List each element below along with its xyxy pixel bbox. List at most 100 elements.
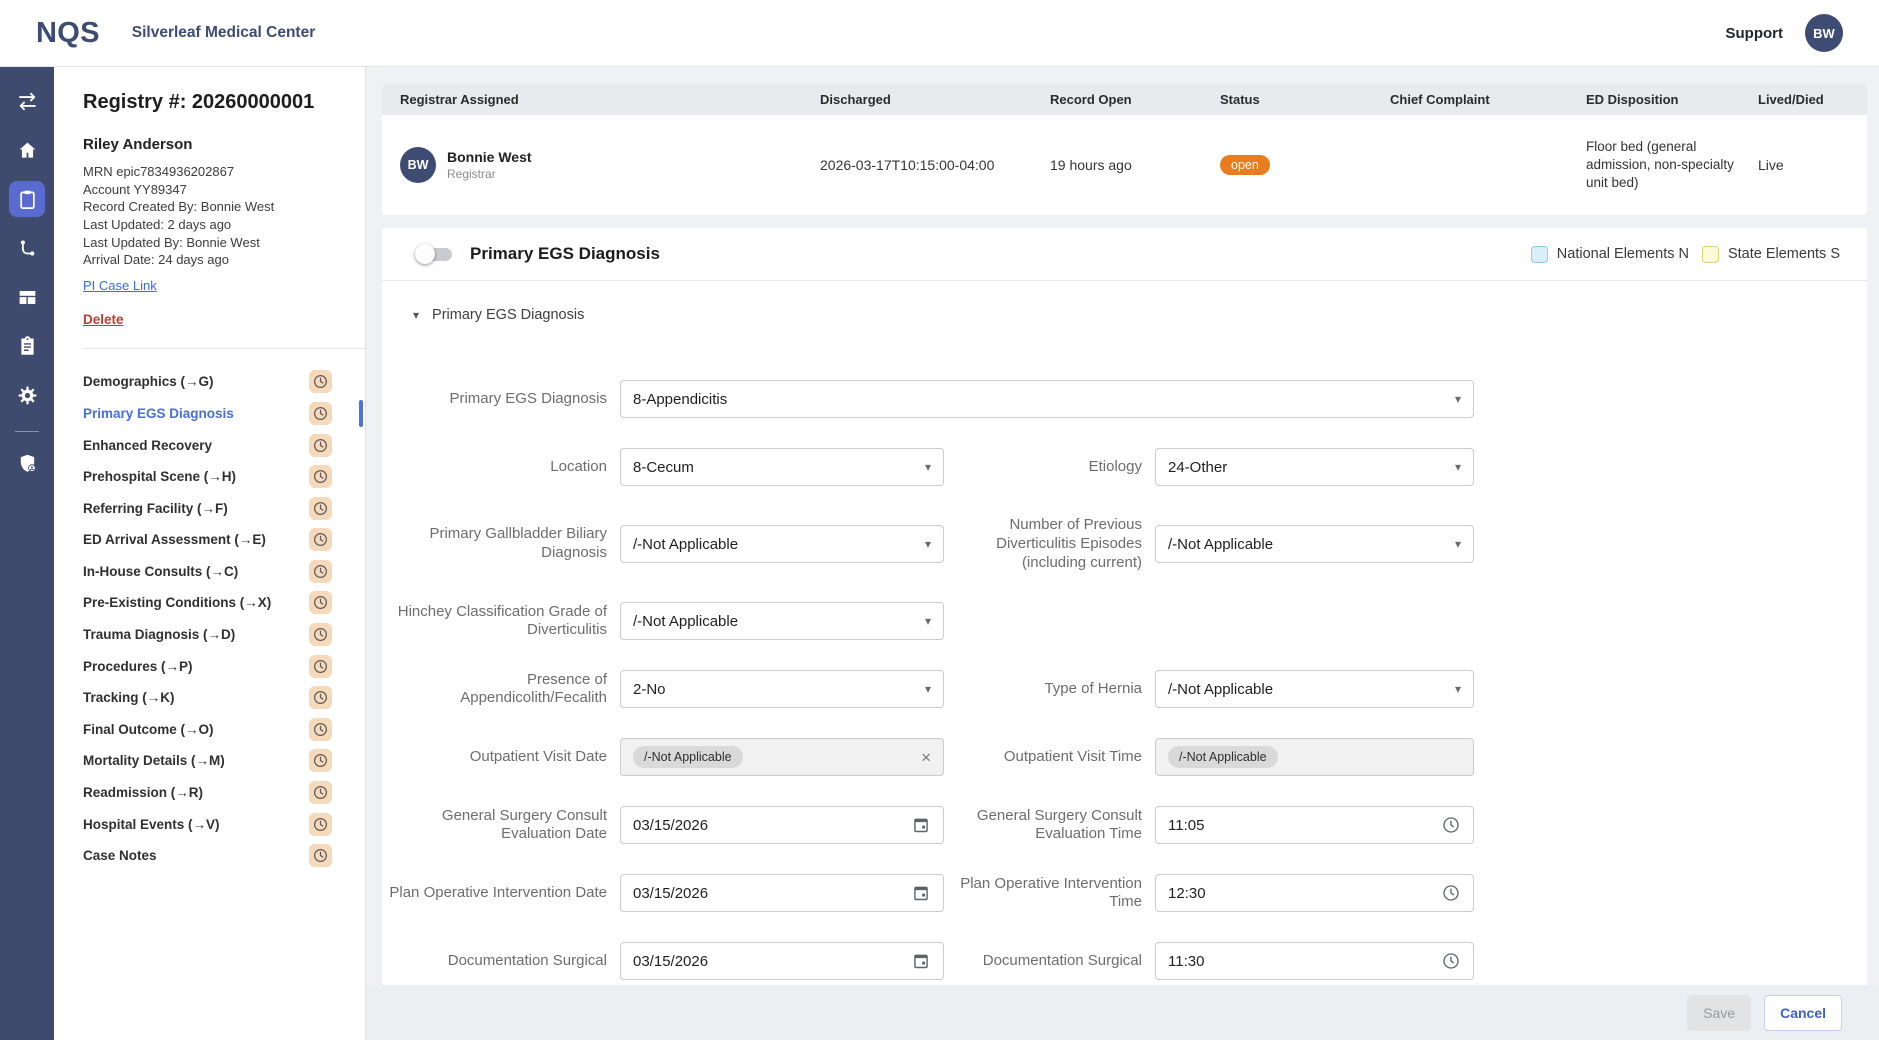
pending-clock-icon[interactable] <box>309 813 332 836</box>
documentation-surgical-field[interactable]: 11:30 <box>1155 942 1474 980</box>
pending-clock-icon[interactable] <box>309 370 332 393</box>
legend-national: National Elements N <box>1531 246 1689 263</box>
pending-clock-icon[interactable] <box>309 591 332 614</box>
field-label: Documentation Surgical <box>382 952 607 971</box>
section-nav-item-pre-existing-conditions-x[interactable]: Pre-Existing Conditions (→X) <box>83 587 332 619</box>
app-body: Registry #: 20260000001 Riley Anderson M… <box>0 67 1879 1040</box>
section-nav-item-primary-egs-diagnosis[interactable]: Primary EGS Diagnosis <box>83 398 332 430</box>
save-button[interactable]: Save <box>1687 995 1751 1031</box>
subsection-header[interactable]: ▾ Primary EGS Diagnosis <box>382 281 1867 323</box>
section-toggle[interactable] <box>415 244 453 264</box>
form-row: Presence of Appendicolith/Fecalith2-No▾T… <box>382 670 1867 708</box>
route-icon[interactable] <box>9 230 45 266</box>
app-logo: NQS <box>36 17 100 50</box>
user-avatar[interactable]: BW <box>1805 14 1843 52</box>
type-of-hernia-select[interactable]: /-Not Applicable▾ <box>1155 670 1474 708</box>
registrar-name: Bonnie West <box>447 149 532 165</box>
pending-clock-icon[interactable] <box>309 434 332 457</box>
hinchey-classification-grade-of-diverticulitis-select[interactable]: /-Not Applicable▾ <box>620 602 944 640</box>
pending-clock-icon[interactable] <box>309 718 332 741</box>
transfer-icon[interactable] <box>9 83 45 119</box>
cancel-button[interactable]: Cancel <box>1764 995 1842 1031</box>
form-row: Outpatient Visit Date/-Not Applicable×Ou… <box>382 738 1867 776</box>
pending-clock-icon[interactable] <box>309 844 332 867</box>
pending-clock-icon[interactable] <box>309 497 332 520</box>
pending-clock-icon[interactable] <box>309 402 332 425</box>
delete-link[interactable]: Delete <box>83 312 124 327</box>
encounter-table: Registrar AssignedDischargedRecord OpenS… <box>382 84 1867 215</box>
documentation-surgical-field[interactable]: 03/15/2026 <box>620 942 944 980</box>
dropdown-caret-icon: ▾ <box>1455 682 1461 696</box>
section-nav-item-procedures-p[interactable]: Procedures (→P) <box>83 650 332 682</box>
clock-icon[interactable] <box>1441 815 1461 835</box>
section-nav-item-ed-arrival-assessment-e[interactable]: ED Arrival Assessment (→E) <box>83 524 332 556</box>
section-nav-item-demographics-g[interactable]: Demographics (→G) <box>83 366 332 398</box>
settings-icon[interactable] <box>9 377 45 413</box>
section-nav-item-tracking-k[interactable]: Tracking (→K) <box>83 682 332 714</box>
column-header-registrar-assigned: Registrar Assigned <box>382 92 820 107</box>
tasks-icon[interactable] <box>9 328 45 364</box>
section-nav-item-case-notes[interactable]: Case Notes <box>83 840 332 872</box>
dropdown-caret-icon: ▾ <box>925 682 931 696</box>
pending-clock-icon[interactable] <box>309 623 332 646</box>
pending-clock-icon[interactable] <box>309 749 332 772</box>
presence-of-appendicolith-fecalith-select[interactable]: 2-No▾ <box>620 670 944 708</box>
section-nav-item-mortality-details-m[interactable]: Mortality Details (→M) <box>83 745 332 777</box>
form-row: General Surgery Consult Evaluation Date0… <box>382 806 1867 844</box>
pending-clock-icon[interactable] <box>309 686 332 709</box>
section-nav-item-final-outcome-o[interactable]: Final Outcome (→O) <box>83 714 332 746</box>
section-nav-item-trauma-diagnosis-d[interactable]: Trauma Diagnosis (→D) <box>83 619 332 651</box>
pending-clock-icon[interactable] <box>309 560 332 583</box>
column-header-status: Status <box>1220 92 1390 107</box>
field-label: Number of Previous Diverticulitis Episod… <box>957 516 1142 572</box>
section-nav-item-in-house-consults-c[interactable]: In-House Consults (→C) <box>83 556 332 588</box>
plan-operative-intervention-date-field[interactable]: 03/15/2026 <box>620 874 944 912</box>
field-label: Etiology <box>957 458 1142 477</box>
section-nav-label: Readmission (→R) <box>83 785 203 800</box>
field-label: Location <box>382 458 607 477</box>
general-surgery-consult-evaluation-time-field[interactable]: 11:05 <box>1155 806 1474 844</box>
outpatient-visit-time-field[interactable]: /-Not Applicable <box>1155 738 1474 776</box>
number-of-previous-diverticulitis-episodes-including-current-select[interactable]: /-Not Applicable▾ <box>1155 525 1474 563</box>
pending-clock-icon[interactable] <box>309 465 332 488</box>
encounter-row[interactable]: BW Bonnie West Registrar 2026-03-17T10:1… <box>382 115 1867 215</box>
dropdown-caret-icon: ▾ <box>925 537 931 551</box>
general-surgery-consult-evaluation-date-field[interactable]: 03/15/2026 <box>620 806 944 844</box>
table-icon[interactable] <box>9 279 45 315</box>
section-nav-item-readmission-r[interactable]: Readmission (→R) <box>83 777 332 809</box>
outpatient-visit-date-field[interactable]: /-Not Applicable× <box>620 738 944 776</box>
form-row: Hinchey Classification Grade of Divertic… <box>382 602 1867 640</box>
admin-shield-icon[interactable] <box>9 445 45 481</box>
field-label: Documentation Surgical <box>957 952 1142 971</box>
section-nav-item-hospital-events-v[interactable]: Hospital Events (→V) <box>83 808 332 840</box>
calendar-icon[interactable] <box>911 883 931 903</box>
section-nav-item-enhanced-recovery[interactable]: Enhanced Recovery <box>83 429 332 461</box>
pi-case-link[interactable]: PI Case Link <box>83 278 157 293</box>
plan-operative-intervention-time-field[interactable]: 12:30 <box>1155 874 1474 912</box>
pending-clock-icon[interactable] <box>309 528 332 551</box>
calendar-icon[interactable] <box>911 951 931 971</box>
primary-egs-diagnosis-select[interactable]: 8-Appendicitis▾ <box>620 380 1474 418</box>
patient-detail: Arrival Date: 24 days ago <box>83 251 365 269</box>
registrar-role: Registrar <box>447 167 532 181</box>
etiology-select[interactable]: 24-Other▾ <box>1155 448 1474 486</box>
pending-clock-icon[interactable] <box>309 781 332 804</box>
calendar-icon[interactable] <box>911 815 931 835</box>
support-link[interactable]: Support <box>1726 25 1784 42</box>
encounter-table-header: Registrar AssignedDischargedRecord OpenS… <box>382 84 1867 115</box>
clear-icon[interactable]: × <box>921 749 931 766</box>
pending-clock-icon[interactable] <box>309 655 332 678</box>
section-nav-item-prehospital-scene-h[interactable]: Prehospital Scene (→H) <box>83 461 332 493</box>
dropdown-caret-icon: ▾ <box>1455 460 1461 474</box>
location-select[interactable]: 8-Cecum▾ <box>620 448 944 486</box>
clipboard-icon[interactable] <box>9 181 45 217</box>
clock-icon[interactable] <box>1441 951 1461 971</box>
section-nav-label: Final Outcome (→O) <box>83 722 214 737</box>
section-nav-item-referring-facility-f[interactable]: Referring Facility (→F) <box>83 492 332 524</box>
home-icon[interactable] <box>9 132 45 168</box>
clock-icon[interactable] <box>1441 883 1461 903</box>
form-row: Primary Gallbladder Biliary Diagnosis/-N… <box>382 516 1867 572</box>
section-nav-label: ED Arrival Assessment (→E) <box>83 532 266 547</box>
primary-gallbladder-biliary-diagnosis-select[interactable]: /-Not Applicable▾ <box>620 525 944 563</box>
toggle-thumb <box>415 244 435 264</box>
